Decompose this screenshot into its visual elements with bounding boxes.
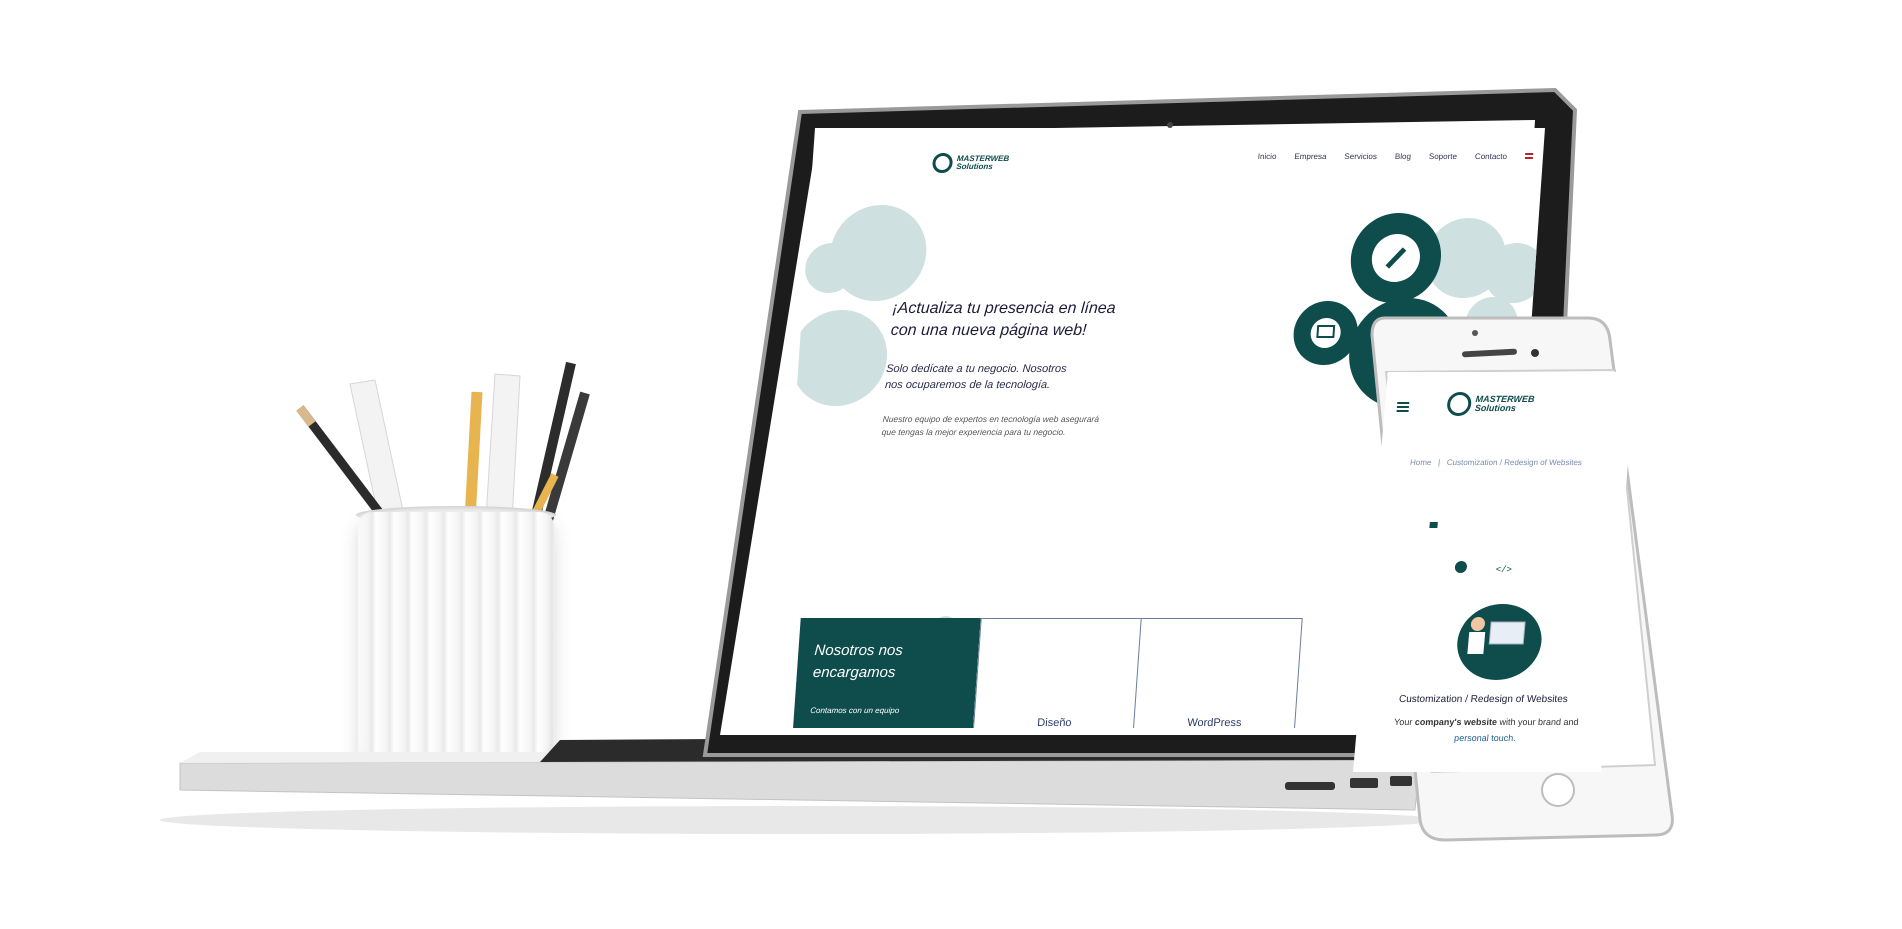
breadcrumb: Home | Customization / Redesign of Websi…	[1409, 458, 1583, 467]
service-description: Your company's website with your brand a…	[1393, 717, 1580, 743]
monitor-icon	[1488, 621, 1526, 645]
service-illustration: </>	[1429, 522, 1542, 680]
small-gear-icon	[1454, 561, 1467, 573]
phone-site-logo[interactable]: MASTERWEB Solutions	[1446, 392, 1535, 416]
hamburger-menu-icon[interactable]	[1396, 400, 1410, 414]
service-title: Customization / Redesign of Websites	[1398, 694, 1569, 705]
breadcrumb-current: Customization / Redesign of Websites	[1446, 458, 1583, 467]
code-icon: </>	[1495, 564, 1512, 575]
phone-website: MASTERWEB Solutions Home | Customization…	[1353, 372, 1636, 772]
paint-roller-icon	[1429, 522, 1438, 528]
device-mockup-scene: MASTERWEB Solutions Inicio Empresa Servi…	[0, 0, 1902, 929]
logo-gear-icon	[1446, 392, 1473, 416]
breadcrumb-home[interactable]: Home	[1410, 458, 1432, 467]
